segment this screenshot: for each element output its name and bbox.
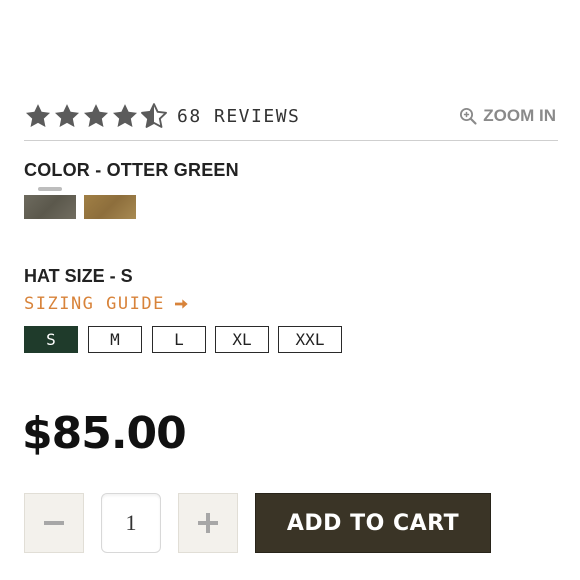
color-label: COLOR - OTTER GREEN — [24, 160, 239, 180]
swatch-tan[interactable] — [84, 195, 136, 219]
star-full-icon — [83, 104, 109, 127]
swatch-otter-green[interactable] — [24, 195, 76, 219]
zoom-in-icon — [460, 107, 477, 125]
size-option-s[interactable]: S — [24, 326, 78, 353]
minus-icon — [44, 521, 64, 525]
price: $85.00 — [22, 408, 187, 459]
arrow-right-icon — [174, 299, 188, 309]
star-full-icon — [54, 104, 80, 127]
selected-swatch-indicator — [38, 187, 62, 191]
quantity-decrease-button[interactable] — [24, 493, 84, 553]
size-option-xxl[interactable]: XXL — [278, 326, 342, 353]
reviews-link[interactable]: 68 REVIEWS — [177, 106, 300, 127]
zoom-in-label: ZOOM IN — [483, 106, 556, 125]
quantity-increase-button[interactable] — [178, 493, 238, 553]
rating-row: 68 REVIEWS ZOOM IN — [24, 100, 558, 134]
star-full-icon — [25, 104, 51, 127]
quantity-input[interactable] — [101, 493, 161, 553]
sizing-guide-link[interactable]: SIZING GUIDE — [24, 294, 189, 314]
divider — [24, 140, 558, 141]
size-option-m[interactable]: M — [88, 326, 142, 353]
add-to-cart-button[interactable]: ADD TO CART — [255, 493, 491, 553]
size-option-xl[interactable]: XL — [215, 326, 269, 353]
star-full-icon — [112, 104, 138, 127]
size-option-l[interactable]: L — [152, 326, 206, 353]
star-half-icon — [141, 103, 167, 128]
size-label: HAT SIZE - S — [24, 266, 133, 286]
sizing-guide-label: SIZING GUIDE — [24, 294, 165, 314]
zoom-in-button[interactable]: ZOOM IN — [459, 106, 556, 126]
plus-icon — [198, 513, 218, 533]
